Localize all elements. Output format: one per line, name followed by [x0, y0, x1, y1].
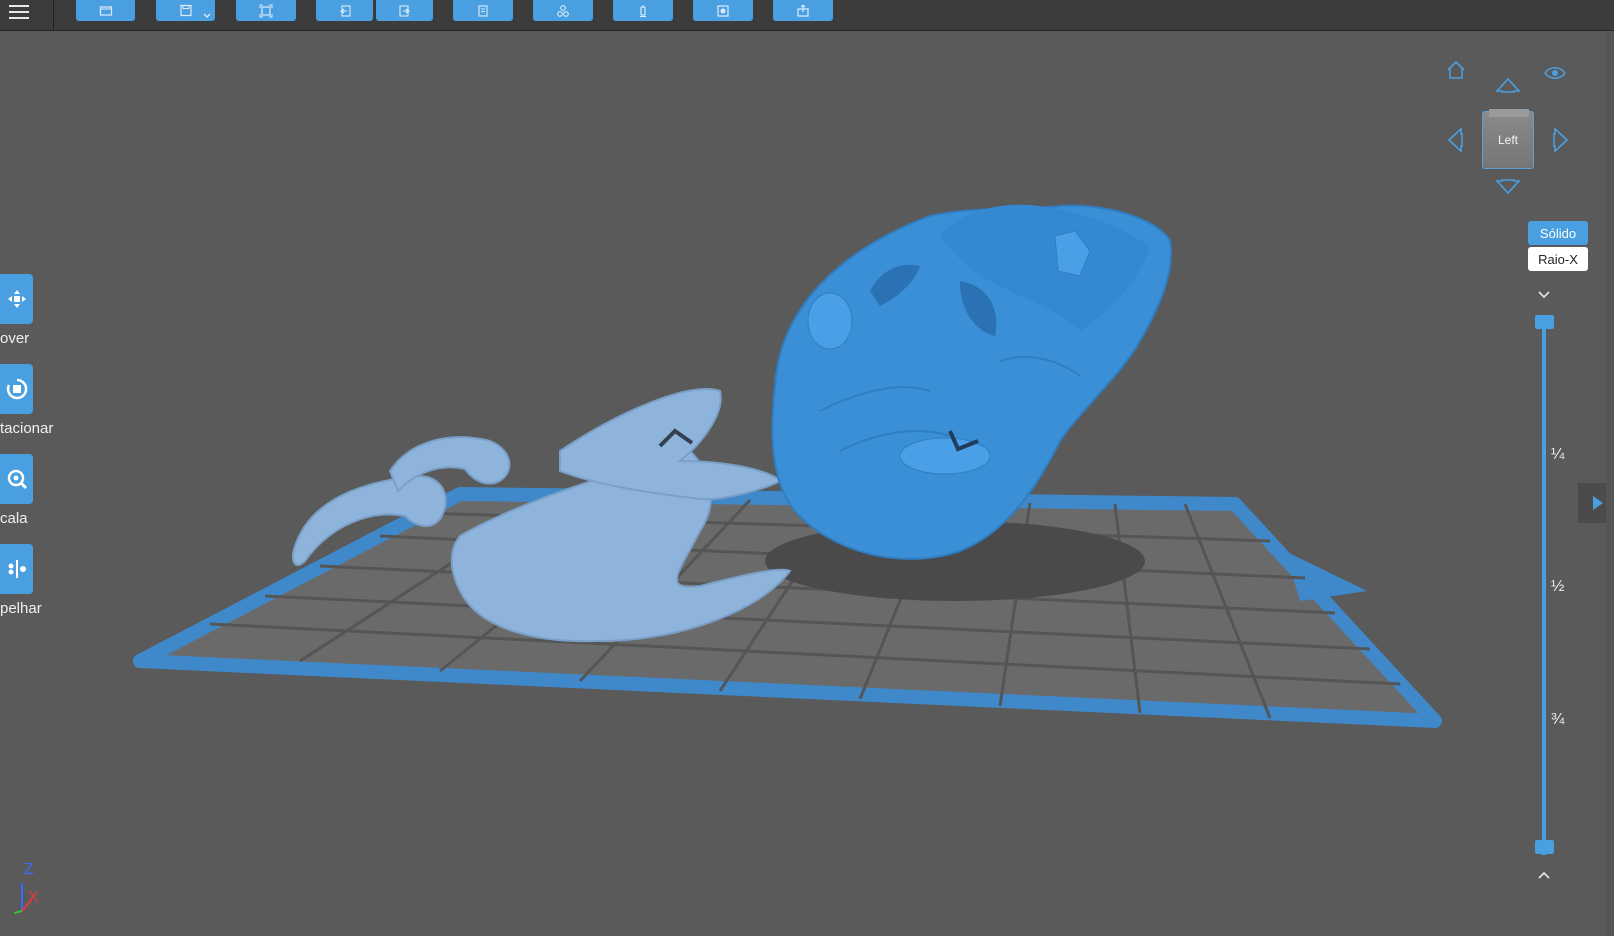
arrange-icon [557, 4, 569, 17]
scale-icon [7, 469, 27, 490]
axis-z-label: Z [24, 861, 34, 878]
undo-button[interactable] [316, 0, 373, 21]
layer-slider-track[interactable] [1542, 321, 1546, 855]
hollow-button[interactable] [693, 0, 753, 21]
view-left-icon[interactable] [1447, 127, 1463, 153]
copy-icon [478, 4, 488, 17]
right-panel-edge [1606, 31, 1614, 936]
axis-x-label: X [28, 889, 39, 906]
3d-viewport[interactable]: over tacionar cala pelhar Left Sólido Ra… [0, 31, 1614, 936]
scale-tool-label: cala [0, 510, 28, 527]
scene-canvas[interactable] [0, 31, 1614, 936]
move-tool-label: over [0, 330, 30, 347]
rotate-tool-label: tacionar [0, 420, 54, 437]
view-up-icon[interactable] [1495, 77, 1521, 93]
view-right-icon[interactable] [1553, 127, 1569, 153]
solid-mode-button[interactable]: Sólido [1528, 221, 1588, 245]
export-icon [797, 3, 809, 17]
rotate-tool-tile[interactable] [0, 364, 33, 414]
rotate-icon [6, 378, 27, 400]
open-button[interactable] [76, 0, 135, 21]
layer-slider-top-handle[interactable] [1535, 315, 1554, 329]
export-button[interactable] [773, 0, 833, 21]
save-button[interactable] [156, 0, 215, 21]
chevron-up-icon[interactable] [1536, 867, 1552, 883]
view-down-icon[interactable] [1495, 179, 1521, 195]
xray-mode-button[interactable]: Raio-X [1528, 247, 1588, 271]
support-button[interactable] [613, 0, 673, 21]
redo-icon [398, 4, 410, 17]
eye-icon[interactable] [1543, 65, 1567, 81]
chevron-down-icon[interactable] [202, 11, 212, 21]
slider-mark-half: ½ [1551, 578, 1565, 595]
fit-view-button[interactable] [236, 0, 296, 21]
hamburger-menu-button[interactable] [4, 0, 34, 24]
redo-button[interactable] [376, 0, 433, 21]
toolbar-separator [53, 0, 54, 30]
mirror-tool-tile[interactable] [0, 544, 33, 594]
frame-icon [259, 4, 273, 17]
mirror-tool-label: pelhar [0, 600, 42, 617]
slider-mark-three-quarters: ¾ [1551, 711, 1565, 728]
top-toolbar [0, 0, 1614, 31]
move-icon [7, 290, 26, 308]
view-cube-label: Left [1497, 133, 1518, 147]
arrange-button[interactable] [533, 0, 593, 21]
view-cube[interactable]: Left [1482, 109, 1534, 169]
scale-tool-tile[interactable] [0, 454, 33, 504]
home-view-icon[interactable] [1445, 59, 1467, 81]
menu-icon [9, 5, 29, 19]
folder-icon [99, 5, 112, 16]
layer-slider-bottom-handle[interactable] [1535, 840, 1554, 854]
view-cube-top-face[interactable] [1489, 109, 1529, 117]
support-icon [640, 4, 646, 17]
undo-icon [339, 4, 351, 17]
save-icon [179, 4, 192, 16]
move-tool-tile[interactable] [0, 274, 33, 324]
copy-button[interactable] [453, 0, 513, 21]
chevron-down-icon[interactable] [1536, 287, 1552, 303]
hollow-icon [717, 4, 729, 17]
slider-mark-quarter: ¼ [1551, 446, 1565, 463]
axis-indicator: Z X [13, 861, 54, 926]
mirror-icon [8, 560, 26, 578]
